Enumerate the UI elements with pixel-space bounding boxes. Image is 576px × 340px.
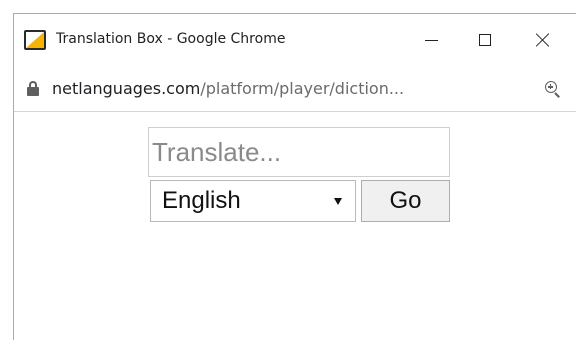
lock-icon[interactable] [27, 81, 39, 96]
language-select[interactable]: English [150, 180, 356, 222]
page-content: English Go [14, 113, 576, 340]
address-bar[interactable]: netlanguages.com/platform/player/diction… [14, 66, 576, 112]
url-host: netlanguages.com [52, 79, 201, 98]
title-bar[interactable]: Translation Box - Google Chrome [14, 14, 576, 66]
browser-popup-window: Translation Box - Google Chrome netlangu… [13, 13, 576, 340]
close-button[interactable] [520, 22, 566, 58]
window-title: Translation Box - Google Chrome [56, 31, 286, 47]
zoom-in-icon[interactable] [545, 81, 561, 98]
desktop-edge [0, 0, 13, 340]
screen-background: Translation Box - Google Chrome netlangu… [0, 0, 576, 340]
site-favicon-icon [24, 30, 46, 50]
minimize-button[interactable] [408, 22, 454, 58]
close-icon [536, 33, 550, 47]
go-button[interactable]: Go [361, 180, 450, 222]
zoom-handle [554, 92, 560, 98]
language-selected-value: English [162, 187, 241, 214]
lock-body [27, 87, 39, 96]
dropdown-arrow-icon [334, 198, 342, 205]
maximize-button[interactable] [462, 22, 508, 58]
maximize-icon [479, 34, 491, 46]
translate-input[interactable] [148, 127, 450, 177]
url-path: /platform/player/diction... [200, 79, 405, 98]
url-text[interactable]: netlanguages.com/platform/player/diction… [52, 79, 404, 98]
minimize-icon [424, 39, 438, 41]
